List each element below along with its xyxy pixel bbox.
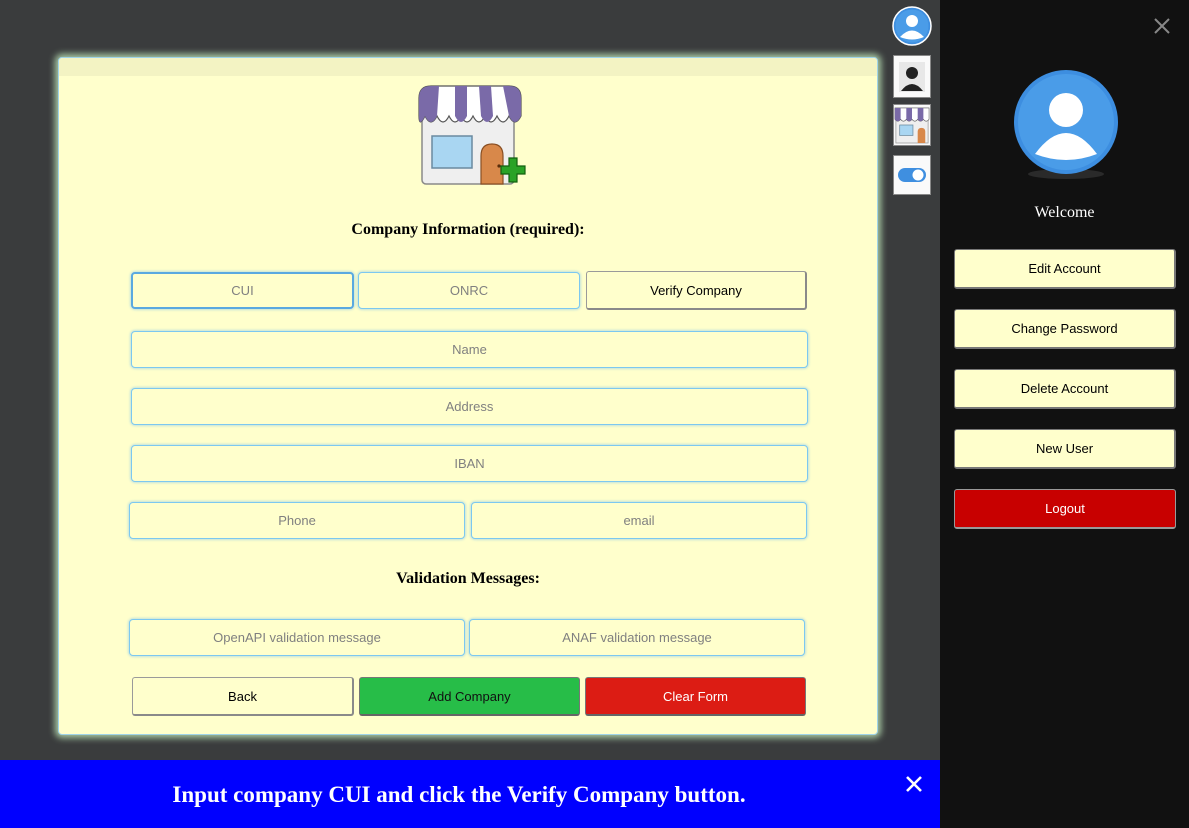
address-input[interactable]	[131, 388, 808, 425]
profile-avatar-icon	[1014, 70, 1118, 179]
company-info-heading: Company Information (required):	[351, 221, 585, 238]
email-input[interactable]	[471, 502, 807, 539]
close-banner-icon[interactable]	[905, 775, 923, 793]
cui-input[interactable]	[131, 272, 354, 309]
company-form-panel: Company Information (required): Verify C…	[58, 57, 878, 735]
new-user-button[interactable]: New User	[954, 429, 1176, 469]
account-sidebar: Welcome Edit Account Change Password Del…	[940, 0, 1189, 828]
user-silhouette-icon	[899, 61, 925, 92]
edit-account-button[interactable]: Edit Account	[954, 249, 1176, 289]
instruction-message: Input company CUI and click the Verify C…	[172, 782, 746, 807]
add-store-icon	[418, 85, 526, 185]
logout-button[interactable]: Logout	[954, 489, 1176, 529]
store-icon	[894, 107, 930, 144]
openapi-validation-field	[129, 619, 465, 656]
iban-input[interactable]	[131, 445, 808, 482]
instruction-banner: Input company CUI and click the Verify C…	[0, 760, 940, 828]
anaf-validation-field	[469, 619, 805, 656]
welcome-text: Welcome	[1034, 204, 1095, 221]
toggle-switch-icon	[898, 168, 926, 182]
back-button[interactable]: Back	[132, 677, 354, 716]
toggle-switch-button[interactable]	[893, 155, 931, 195]
change-password-button[interactable]: Change Password	[954, 309, 1176, 349]
panel-top-band	[59, 58, 877, 76]
verify-company-button[interactable]: Verify Company	[586, 271, 807, 310]
user-silhouette-button[interactable]	[893, 55, 931, 98]
onrc-input[interactable]	[358, 272, 580, 309]
validation-heading: Validation Messages:	[396, 570, 540, 587]
close-sidebar-icon[interactable]	[1152, 16, 1172, 36]
add-store-button[interactable]	[893, 104, 931, 146]
user-avatar-icon[interactable]	[892, 6, 932, 46]
delete-account-button[interactable]: Delete Account	[954, 369, 1176, 409]
phone-input[interactable]	[129, 502, 465, 539]
name-input[interactable]	[131, 331, 808, 368]
clear-form-button[interactable]: Clear Form	[585, 677, 806, 716]
add-company-button[interactable]: Add Company	[359, 677, 580, 716]
